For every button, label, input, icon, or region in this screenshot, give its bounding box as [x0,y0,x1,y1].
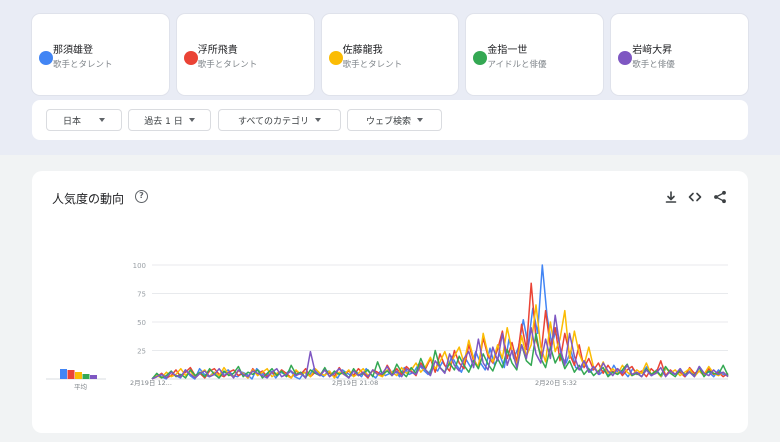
interest-over-time-card: 人気度の動向 ? 100 75 50 25 2月19日 12... 2月19日 21:08… [32,171,748,433]
search-term-row: 那須雄登 歌手とタレント 浮所飛貴 歌手とタレント 佐藤龍我 歌手とタレント 金… [32,14,748,95]
x-tick-label: 2月19日 12... [130,379,172,387]
y-tick-label: 100 [133,262,146,270]
category-dropdown[interactable]: すべてのカテゴリ [218,109,341,131]
x-tick-label: 2月19日 21:08 [332,379,378,387]
search-term-name: 那須雄登 [53,45,93,56]
series-color-dot [473,51,488,65]
category-value: すべてのカテゴリ [237,116,309,127]
series-color-dot [183,51,198,65]
average-bar-4 [82,374,90,379]
search-type-dropdown[interactable]: ウェブ検索 [347,109,442,131]
region-value: 日本 [62,116,81,127]
series-line-2 [151,282,729,380]
chevron-down-icon [315,118,321,122]
search-term-name: 岩﨑大昇 [632,45,673,56]
series-color-dot [328,51,343,65]
search-type-value: ウェブ検索 [365,116,411,127]
chevron-down-icon [188,118,195,122]
filter-bar: 日本 過去 1 日 すべてのカテゴリ ウェブ検索 [32,100,748,140]
search-term-name: 佐藤龍我 [342,45,383,56]
search-term-card-2[interactable]: 浮所飛貴 歌手とタレント [176,14,314,95]
average-bar-2 [67,370,75,379]
interest-line-chart: 100 75 50 25 2月19日 12... 2月19日 21:08 2月20日 5:3… [46,262,729,387]
chevron-down-icon [99,118,105,122]
search-term-category: 歌手とタレント [342,60,403,70]
region-dropdown[interactable]: 日本 [46,109,122,131]
average-label: 平均 [74,383,87,391]
average-bar-1 [60,369,67,379]
search-term-name: 浮所飛貴 [197,45,238,56]
search-term-category: 歌手とタレント [197,60,258,70]
time-range-dropdown[interactable]: 過去 1 日 [128,109,211,131]
search-term-category: アイドルと俳優 [487,60,547,70]
y-tick-label: 75 [137,291,146,299]
search-term-card-5[interactable]: 岩﨑大昇 歌手と俳優 [611,14,748,95]
search-term-card-3[interactable]: 佐藤龍我 歌手とタレント [321,14,459,95]
average-bar-3 [75,372,82,379]
x-tick-label: 2月20日 5:32 [535,379,577,387]
series-color-dot [618,51,633,65]
search-term-card-4[interactable]: 金指一世 アイドルと俳優 [466,14,604,95]
y-tick-label: 25 [137,348,146,356]
average-bar-5 [90,375,97,379]
search-term-category: 歌手と俳優 [632,60,675,70]
time-range-value: 過去 1 日 [144,116,183,127]
search-term-card-1[interactable]: 那須雄登 歌手とタレント [32,14,169,95]
series-line-5 [151,314,729,380]
chevron-down-icon [417,118,423,122]
search-term-name: 金指一世 [487,45,528,56]
series-color-dot [39,51,53,65]
search-term-category: 歌手とタレント [53,60,113,70]
y-tick-label: 50 [137,319,146,327]
